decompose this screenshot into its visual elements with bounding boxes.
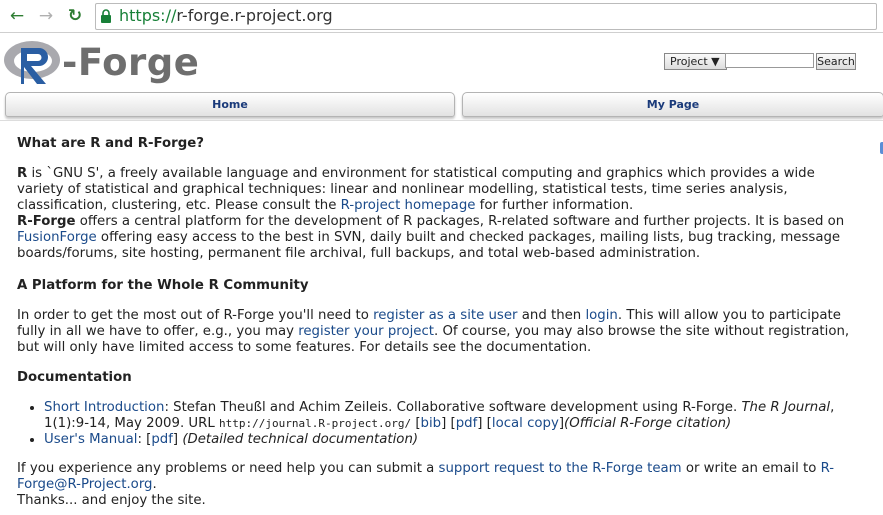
tab-my-page[interactable]: My Page: [462, 92, 883, 117]
reload-icon[interactable]: ↻: [64, 5, 86, 27]
url-protocol: https://: [119, 6, 177, 25]
url-host: r-forge.r-project.org: [176, 6, 333, 25]
bracket: ]: [172, 432, 183, 447]
content-divider: [0, 120, 883, 121]
link-pdf-intro[interactable]: pdf: [456, 416, 478, 431]
list-item: User's Manual: [pdf] (Detailed technical…: [44, 432, 865, 448]
paragraph-platform: In order to get the most out of R-Forge …: [17, 308, 865, 356]
text-support-2: or write an email to: [681, 461, 821, 476]
link-pdf-manual[interactable]: pdf: [151, 432, 173, 447]
link-register-site-user[interactable]: register as a site user: [373, 308, 517, 323]
link-users-manual[interactable]: User's Manual: [44, 432, 137, 447]
bracket: : [: [137, 432, 152, 447]
text-r-desc-end: for further information.: [475, 198, 634, 213]
link-fusionforge[interactable]: FusionForge: [17, 230, 97, 245]
paragraph-r: R is `GNU S', a freely available languag…: [17, 166, 865, 214]
list-item: Short Introduction: Stefan Theußl and Ac…: [44, 400, 865, 432]
text-period: .: [152, 477, 157, 492]
link-login[interactable]: login: [585, 308, 617, 323]
heading-platform: A Platform for the Whole R Community: [17, 278, 309, 293]
text-platform-2: and then: [517, 308, 586, 323]
link-short-introduction[interactable]: Short Introduction: [44, 400, 164, 415]
text-rforge-desc-end: offering easy access to the best in SVN,…: [17, 230, 841, 261]
manual-note: (Detailed technical documentation): [182, 432, 419, 447]
link-support-request[interactable]: support request to the R-Forge team: [439, 461, 682, 476]
citation-note: (Official R-Forge citation): [564, 416, 732, 431]
text-platform-1: In order to get the most out of R-Forge …: [17, 308, 374, 323]
forward-arrow-icon[interactable]: →: [35, 5, 57, 27]
lock-icon: [101, 9, 111, 23]
paragraph-thanks: Thanks... and enjoy the site.: [17, 493, 206, 508]
heading-what-are-r: What are R and R-Forge?: [17, 136, 204, 151]
r-logo-icon: [4, 41, 60, 84]
logo-text: -Forge: [62, 41, 200, 84]
bracket: ] [: [477, 416, 492, 431]
url-text: https://r-forge.r-project.org: [119, 5, 333, 27]
paragraph-support: If you experience any problems or need h…: [17, 461, 865, 493]
text-support-1: If you experience any problems or need h…: [17, 461, 439, 476]
journal-url: http://journal.R-project.org/: [219, 417, 412, 430]
journal-name: The R Journal: [741, 400, 831, 415]
bracket: ] [: [441, 416, 456, 431]
browser-toolbar: ← → ↻ https://r-forge.r-project.org: [0, 0, 883, 33]
main-content: What are R and R-Forge? R is `GNU S', a …: [17, 136, 865, 509]
back-arrow-icon[interactable]: ←: [6, 5, 28, 27]
link-bib[interactable]: bib: [421, 416, 442, 431]
link-register-project[interactable]: register your project: [298, 324, 434, 339]
text-rforge-desc: offers a central platform for the develo…: [75, 214, 845, 229]
bold-rforge: R-Forge: [17, 214, 76, 229]
bold-r: R: [17, 166, 28, 181]
documentation-list: Short Introduction: Stefan Theußl and Ac…: [17, 400, 865, 448]
link-local-copy[interactable]: local copy: [492, 416, 559, 431]
heading-documentation: Documentation: [17, 370, 132, 385]
rforge-logo[interactable]: -Forge: [0, 36, 200, 90]
search-button[interactable]: Search: [816, 53, 856, 70]
search-input[interactable]: [725, 53, 814, 68]
paragraph-rforge: R-Forge offers a central platform for th…: [17, 214, 865, 262]
bracket: [: [411, 416, 421, 431]
tab-home[interactable]: Home: [5, 92, 455, 117]
text-citation: : Stefan Theußl and Achim Zeileis. Colla…: [164, 400, 742, 415]
search-scope-select[interactable]: Project ▼: [664, 53, 727, 70]
link-r-project-homepage[interactable]: R-project homepage: [341, 198, 476, 213]
address-bar[interactable]: https://r-forge.r-project.org: [95, 3, 877, 30]
